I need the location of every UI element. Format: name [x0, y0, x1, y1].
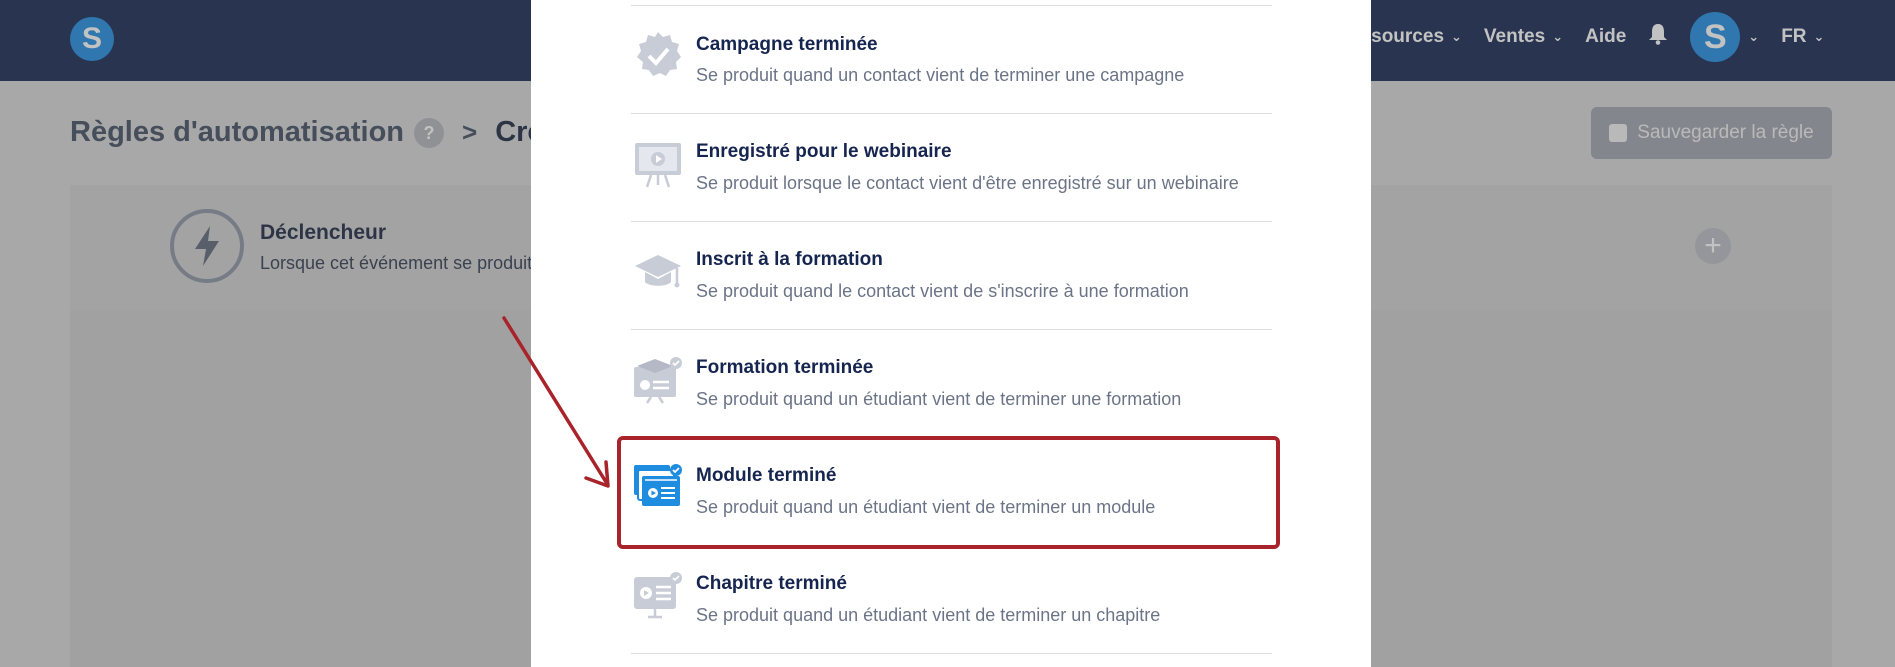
annotation-arrow-icon	[502, 316, 610, 488]
